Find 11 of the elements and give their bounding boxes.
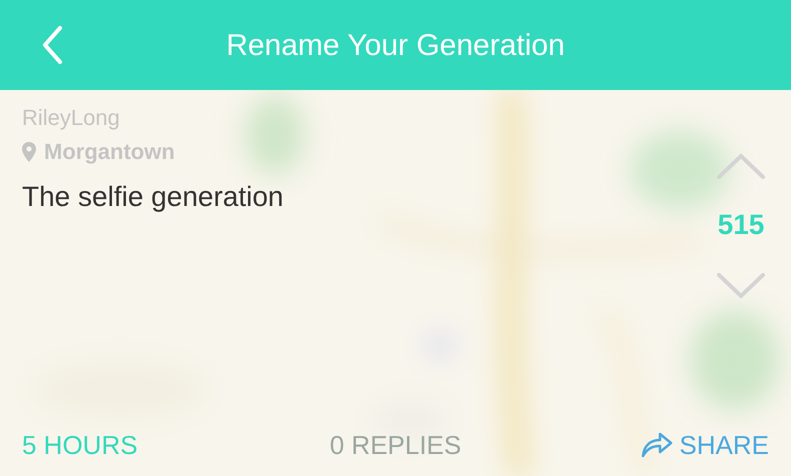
location-pin-icon bbox=[22, 142, 36, 162]
replies-count[interactable]: 0 REPLIES bbox=[330, 426, 462, 464]
vote-count: 515 bbox=[718, 208, 764, 242]
post-time: 5 HOURS bbox=[22, 428, 139, 462]
share-button[interactable]: SHARE bbox=[568, 426, 769, 464]
post-message: The selfie generation bbox=[22, 180, 285, 214]
up-chevron-icon bbox=[716, 152, 766, 180]
share-arrow-icon bbox=[641, 432, 674, 458]
down-chevron-icon bbox=[716, 272, 766, 300]
back-icon bbox=[41, 25, 63, 65]
screen-title: Rename Your Generation bbox=[226, 28, 565, 64]
